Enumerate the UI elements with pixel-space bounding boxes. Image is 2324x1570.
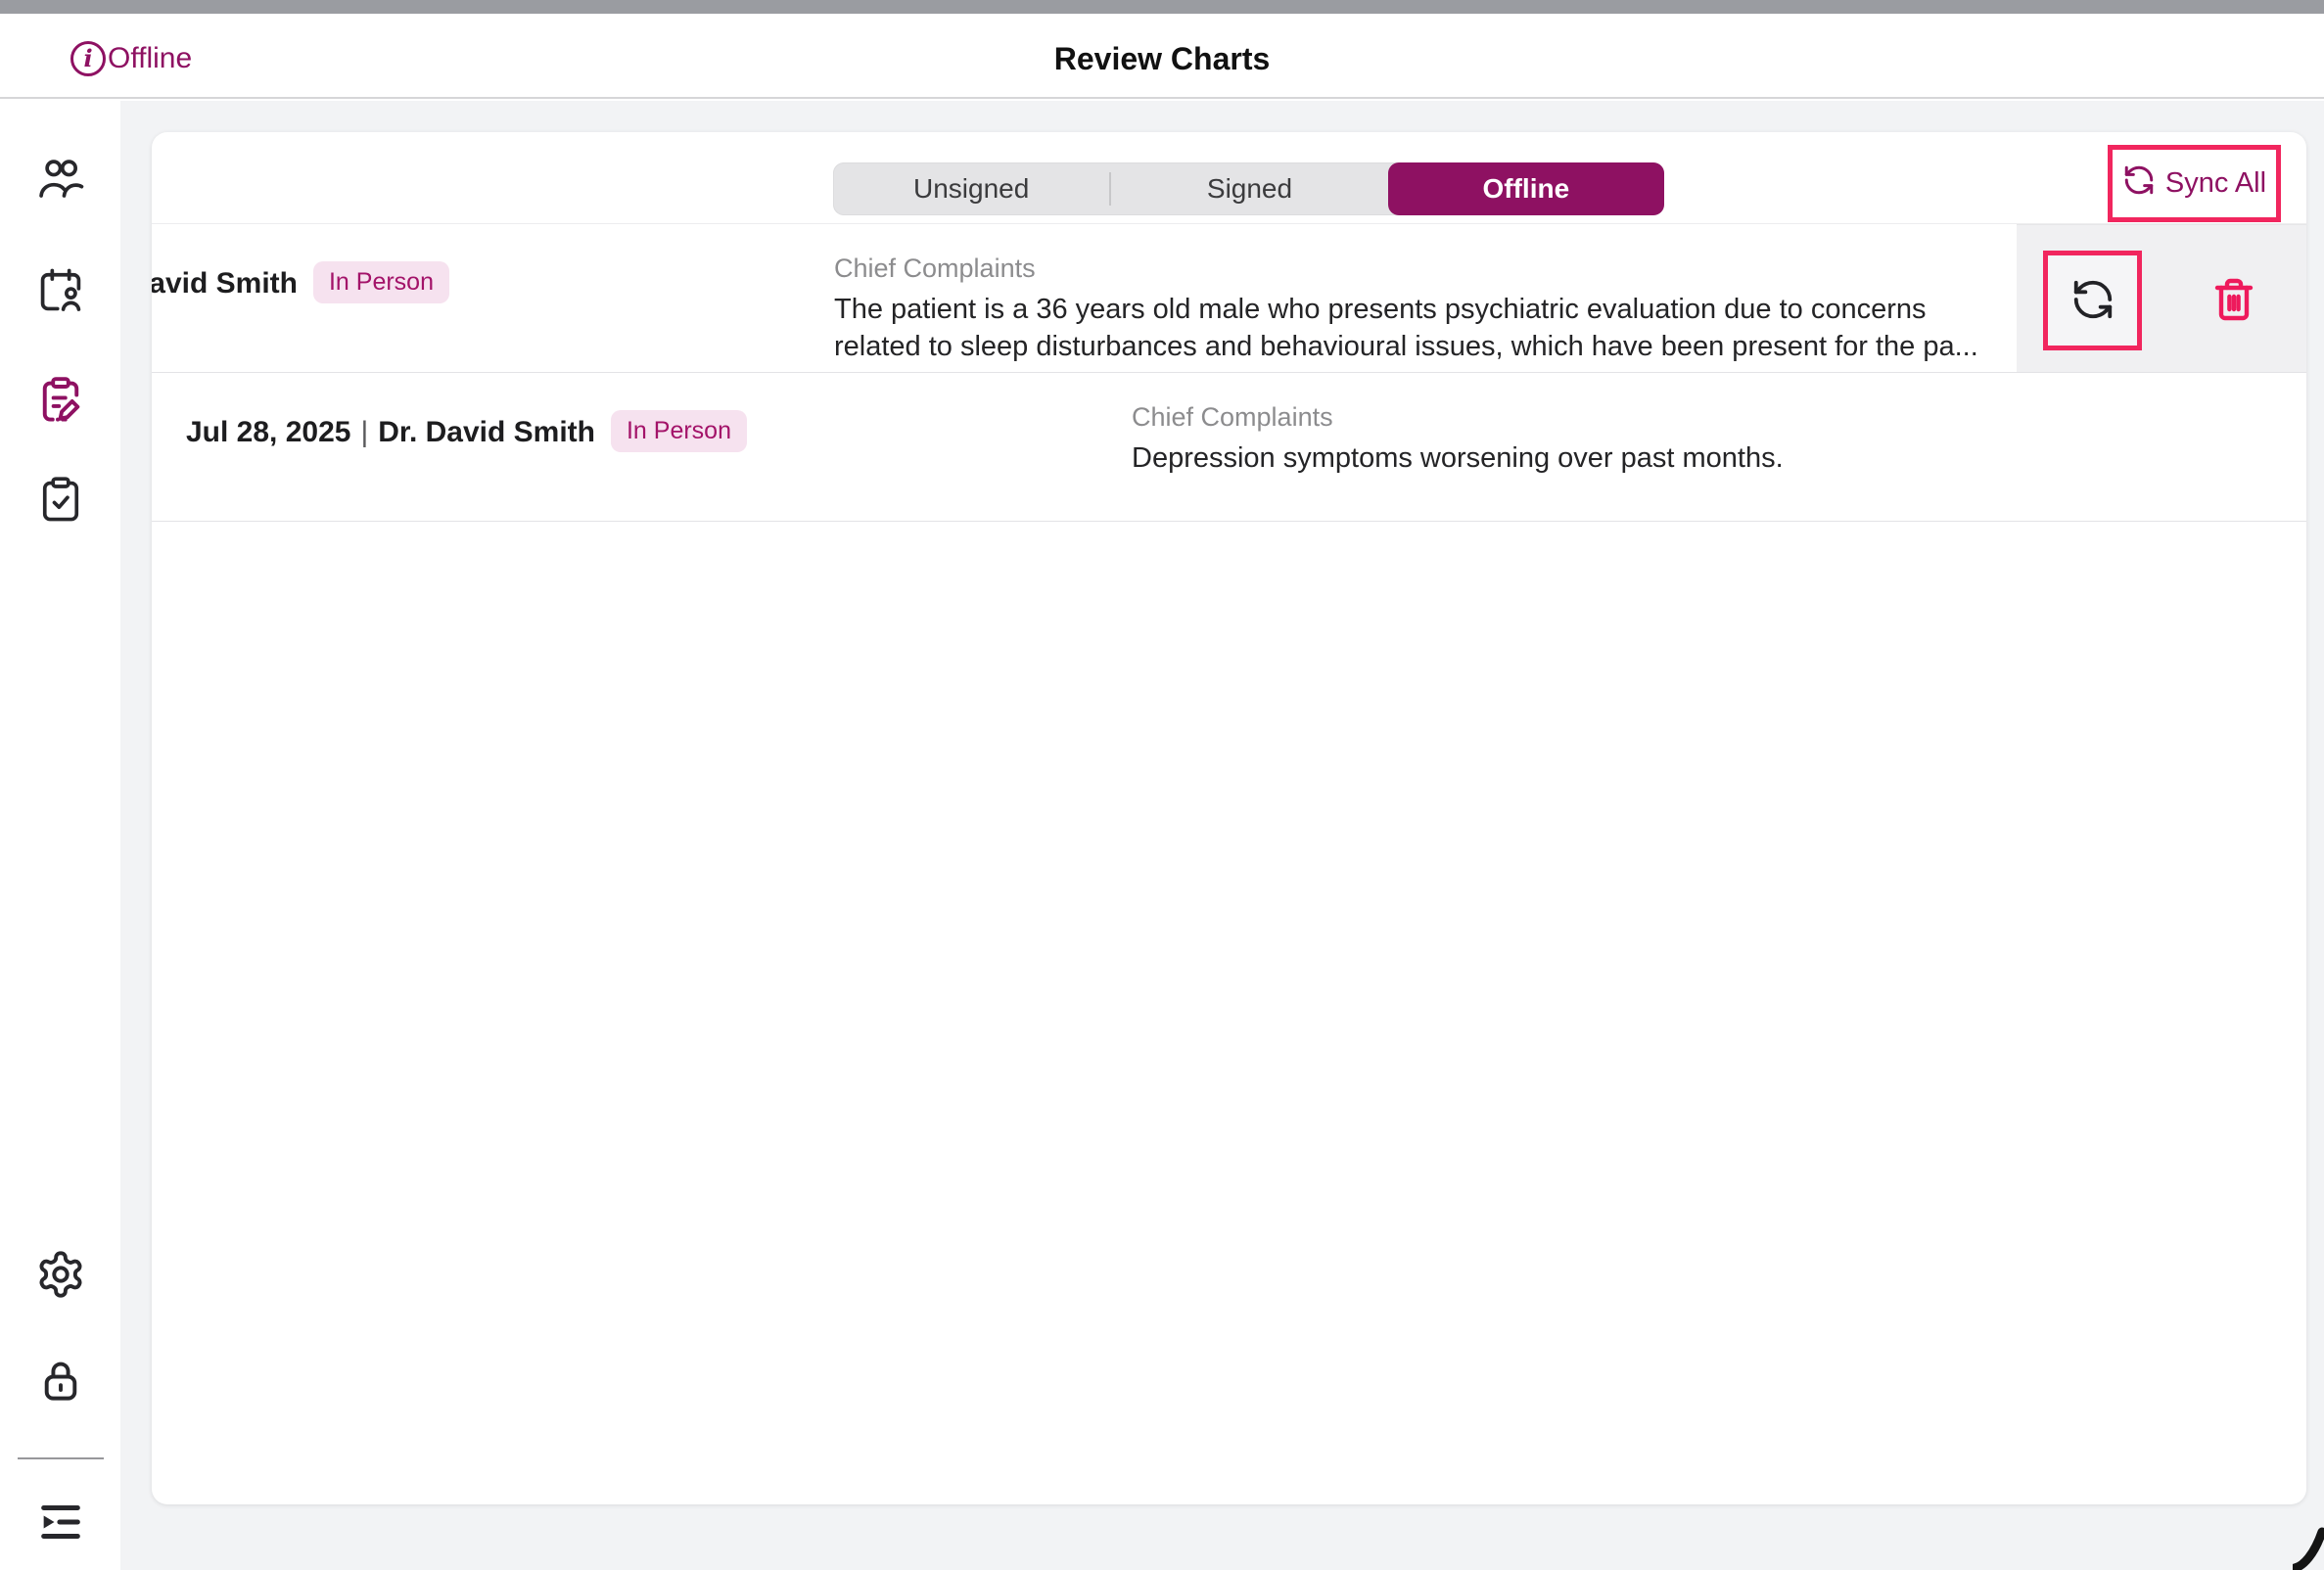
- tab-offline[interactable]: Offline: [1388, 162, 1664, 215]
- sync-icon: [2070, 277, 2115, 325]
- chart-rows: Jul 28, 2025 | Dr. David Smith In Person Ch…: [152, 223, 2306, 522]
- sidebar-item-review-charts[interactable]: [35, 374, 86, 425]
- sidebar-item-patients[interactable]: [35, 153, 86, 204]
- panel-collapse-icon: [35, 1497, 86, 1547]
- tab-unsigned[interactable]: Unsigned: [833, 162, 1109, 215]
- row-sync-button[interactable]: [2043, 251, 2142, 350]
- stray-pen-mark: [2293, 1527, 2324, 1570]
- page-title: Review Charts: [0, 41, 2324, 77]
- screen: i Offline Review Charts: [0, 0, 2324, 1570]
- trash-icon: [2210, 311, 2257, 326]
- sync-all-label: Sync All: [2165, 167, 2266, 200]
- chart-row[interactable]: Jul 28, 2025|Dr. David SmithIn Person Ch…: [152, 224, 2306, 373]
- sidebar-item-lock[interactable]: [35, 1355, 86, 1406]
- row-actions: [2017, 224, 2306, 372]
- provider-name: Dr. David Smith: [378, 416, 595, 448]
- sidebar-divider: [18, 1457, 104, 1459]
- visit-type-badge: In Person: [313, 261, 449, 303]
- lock-icon: [35, 1355, 86, 1406]
- sync-all-button[interactable]: Sync All: [2108, 145, 2281, 222]
- field-label: Chief Complaints: [1132, 400, 2271, 434]
- clipboard-check-icon: [35, 474, 86, 525]
- encounter-date: Jul 28, 2025: [186, 416, 350, 448]
- app-header: i Offline Review Charts: [0, 14, 2324, 99]
- tab-signed[interactable]: Signed: [1111, 162, 1387, 215]
- main-area: Unsigned Signed Offline Sync All: [120, 101, 2324, 1570]
- row-complaint: Chief Complaints Depression symptoms wor…: [1132, 373, 2306, 521]
- status-bar-strip: [0, 0, 2324, 14]
- sidebar-item-tasks[interactable]: [35, 474, 86, 525]
- row-meta: Jul 28, 2025|Dr. David SmithIn Person: [152, 224, 834, 372]
- meta-separator: |: [360, 416, 368, 448]
- chart-row[interactable]: Jul 28, 2025 | Dr. David Smith In Person Ch…: [152, 373, 2306, 522]
- charts-card: Unsigned Signed Offline Sync All: [152, 132, 2306, 1504]
- sidebar-item-settings[interactable]: [35, 1249, 86, 1300]
- calendar-user-icon: [35, 265, 86, 316]
- card-header: Unsigned Signed Offline Sync All: [152, 132, 2306, 223]
- field-label: Chief Complaints: [834, 252, 2013, 285]
- users-icon: [35, 153, 86, 204]
- complaint-text: Depression symptoms worsening over past …: [1132, 439, 2271, 477]
- sidebar-item-appointments[interactable]: [35, 265, 86, 316]
- complaint-text: The patient is a 36 years old male who p…: [834, 291, 2013, 365]
- provider-name: Dr. David Smith: [152, 267, 298, 300]
- sidebar: [0, 101, 120, 1570]
- settings-gear-icon: [35, 1249, 86, 1300]
- clipboard-edit-icon: [35, 374, 86, 425]
- row-delete-button[interactable]: [2205, 272, 2263, 329]
- row-meta: Jul 28, 2025 | Dr. David Smith In Person: [152, 373, 1132, 521]
- chart-filter-tabs: Unsigned Signed Offline: [833, 162, 1664, 215]
- sync-icon: [2122, 163, 2156, 205]
- sidebar-item-collapse-panel[interactable]: [35, 1497, 86, 1547]
- visit-type-badge: In Person: [611, 410, 747, 452]
